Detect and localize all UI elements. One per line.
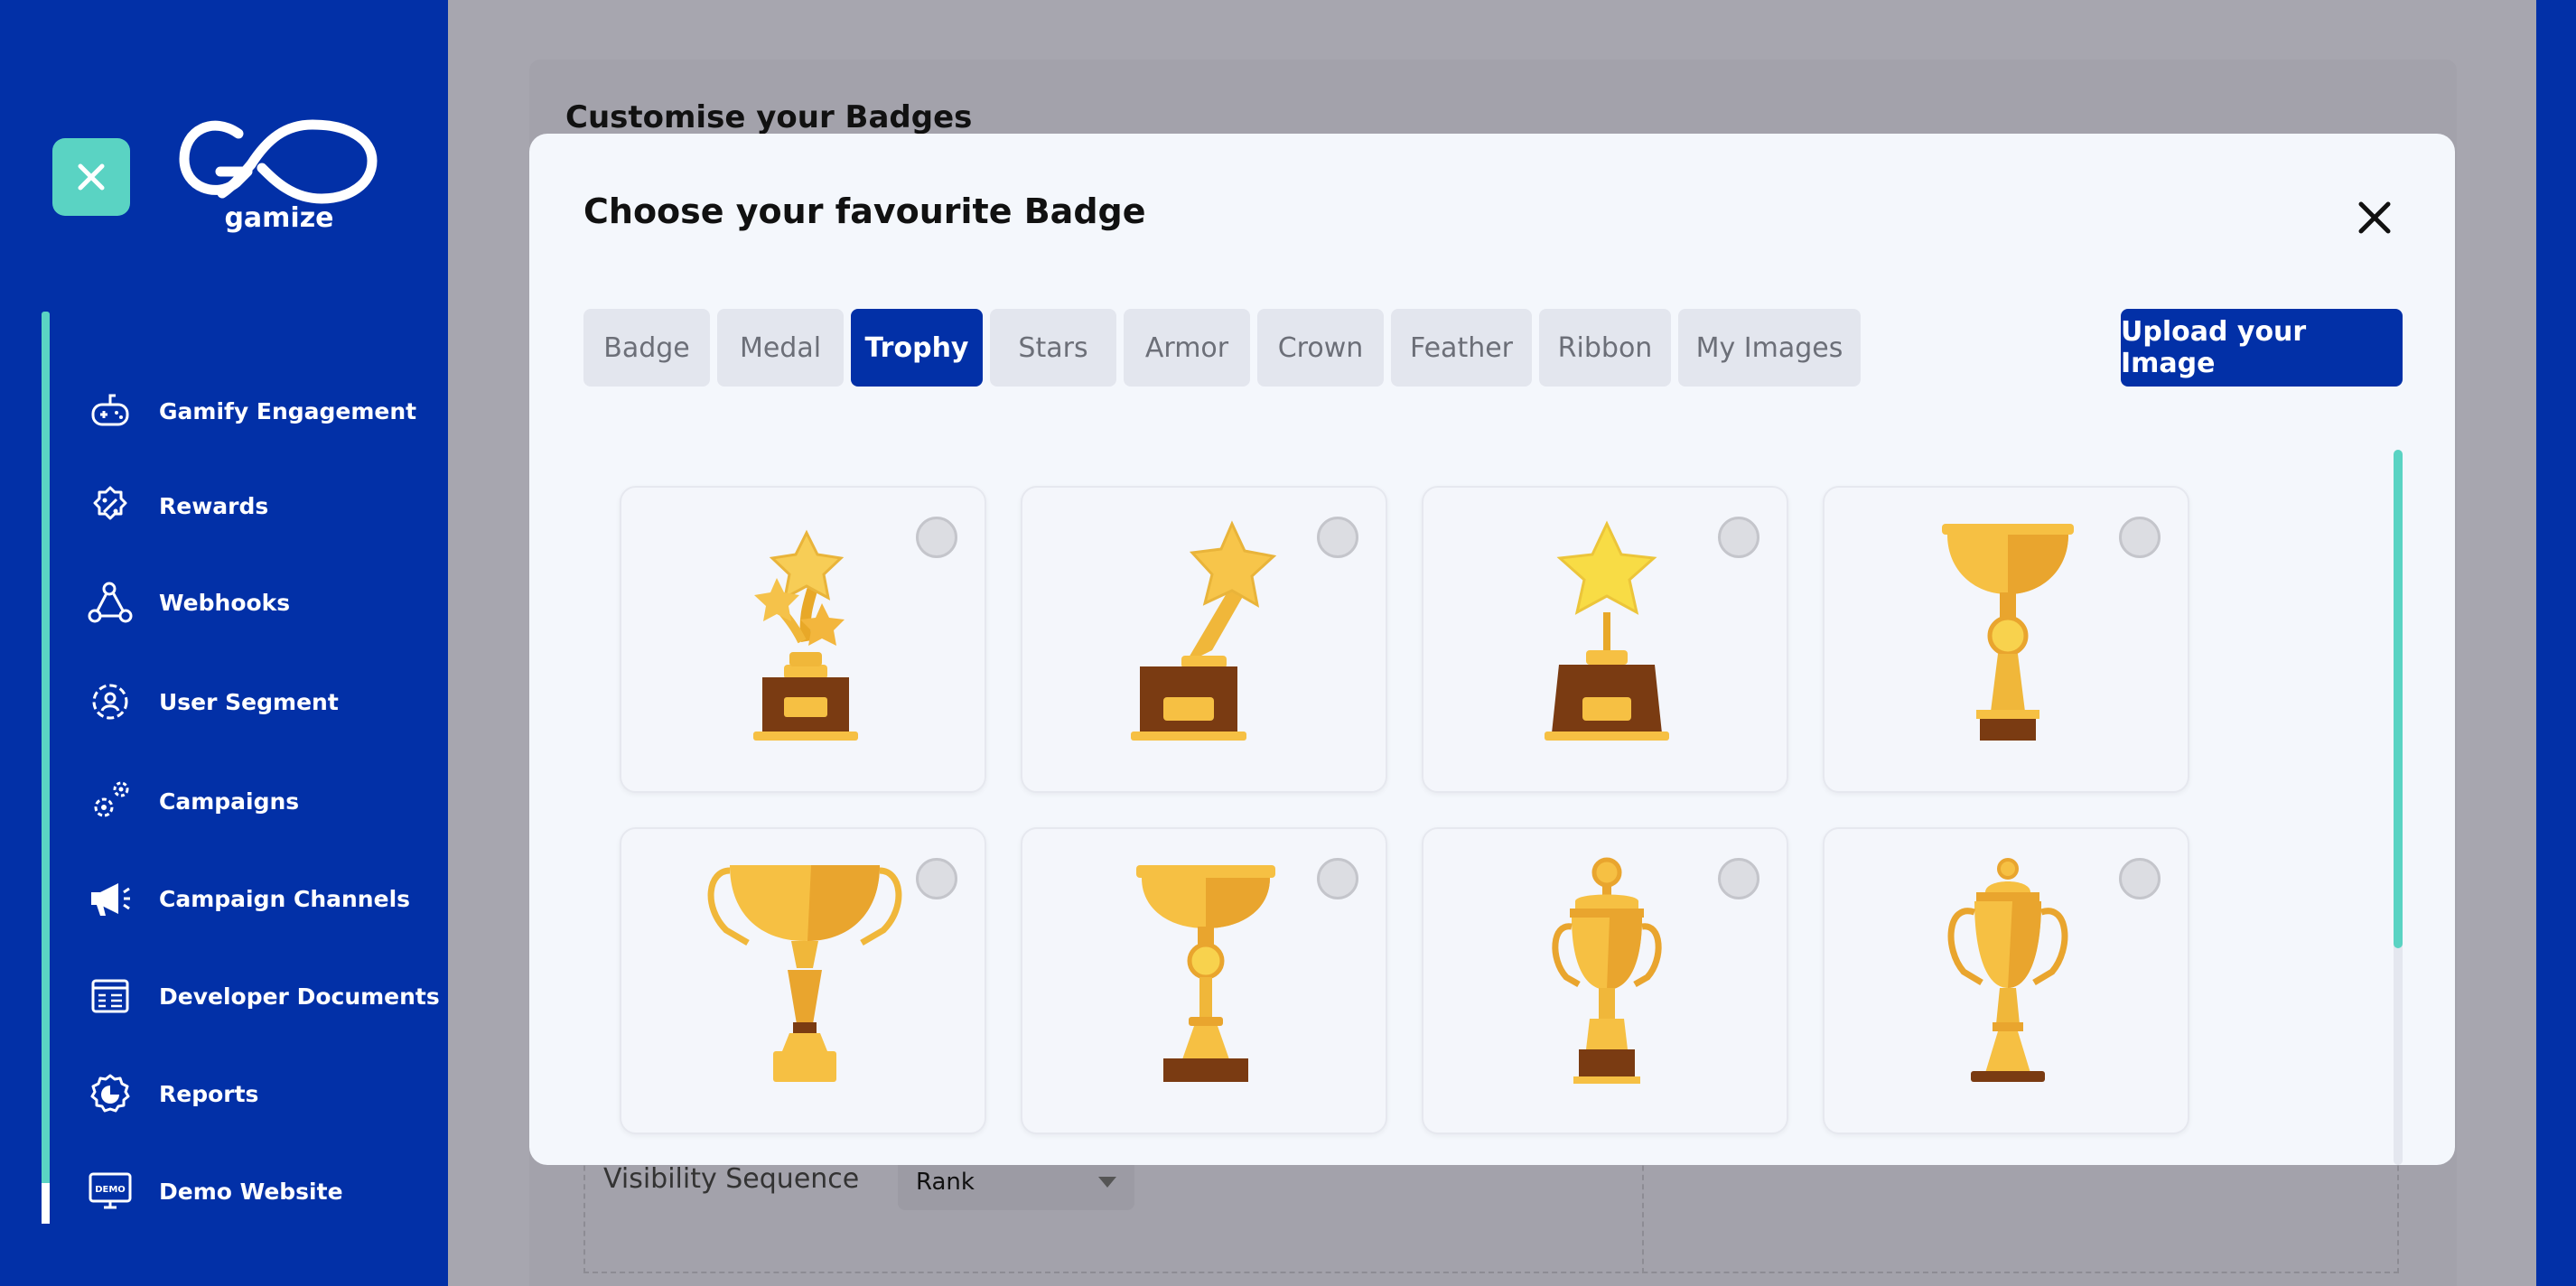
svg-text:DEMO: DEMO [95,1185,126,1195]
choose-badge-modal: Choose your favourite Badge Badge Medal … [529,134,2455,1165]
tab-badge[interactable]: Badge [583,309,710,387]
demo-monitor-icon: DEMO [87,1168,134,1215]
tab-ribbon[interactable]: Ribbon [1539,309,1671,387]
select-radio[interactable] [916,858,957,899]
upload-image-button[interactable]: Upload your Image [2121,309,2403,387]
megaphone-icon [87,875,134,922]
sidebar-accent-end [42,1183,50,1224]
select-radio[interactable] [2119,858,2161,899]
trophy-option-card[interactable] [1422,486,1788,793]
trophy-option-card[interactable] [1823,486,2189,793]
tab-stars[interactable]: Stars [990,309,1116,387]
trophy-option-card[interactable] [1823,827,2189,1134]
sidebar-item-label: User Segment [159,688,339,715]
tab-medal[interactable]: Medal [717,309,844,387]
gamepad-icon [87,387,134,434]
sidebar-item-webhooks[interactable]: Webhooks [87,571,290,634]
sidebar-item-campaign-channels[interactable]: Campaign Channels [87,867,410,930]
sidebar-item-label: Campaign Channels [159,885,411,912]
close-icon [78,163,105,191]
trophy-option-card[interactable] [1021,486,1387,793]
trophy-option-card[interactable] [620,827,986,1134]
modal-title: Choose your favourite Badge [583,191,1146,231]
modal-close-button[interactable] [2352,195,2397,240]
tab-crown[interactable]: Crown [1257,309,1384,387]
infinity-logo-icon [179,119,378,204]
select-radio[interactable] [1317,517,1358,558]
sidebar-item-user-segment[interactable]: User Segment [87,670,339,733]
sidebar-item-campaigns[interactable]: Campaigns [87,769,299,833]
dashed-divider [1642,1147,1644,1273]
sidebar-item-label: Webhooks [159,589,291,616]
sidebar-item-label: Developer Documents [159,983,440,1010]
sidebar-item-rewards[interactable]: Rewards [87,474,268,537]
sidebar-item-label: Gamify Engagement [159,397,417,424]
gamize-logo: gamize [177,112,381,238]
tab-armor[interactable]: Armor [1124,309,1250,387]
webhook-icon [87,579,134,626]
gears-icon [87,778,134,825]
tab-my-images[interactable]: My Images [1678,309,1861,387]
select-radio[interactable] [2119,517,2161,558]
sidebar-item-label: Demo Website [159,1178,343,1205]
sidebar: gamize Gamify Engagement Rewards Webhook… [0,0,448,1286]
logo-wordmark: gamize [224,202,334,234]
select-radio[interactable] [916,517,957,558]
select-radio[interactable] [1718,858,1759,899]
sidebar-item-label: Rewards [159,492,269,519]
chevron-down-icon [1098,1177,1116,1188]
select-radio[interactable] [1317,858,1358,899]
right-edge-bar [2536,0,2576,1286]
close-sidebar-button[interactable] [52,138,130,216]
sidebar-accent-bar [42,312,50,1224]
sidebar-item-label: Reports [159,1080,259,1107]
close-icon [2358,201,2391,234]
pie-chart-gear-icon [87,1070,134,1117]
scrollbar-thumb[interactable] [2394,450,2403,948]
page-title: Customise your Badges [565,99,973,135]
trophy-option-card[interactable] [1422,827,1788,1134]
sidebar-item-demo-website[interactable]: DEMO Demo Website [87,1160,343,1223]
trophy-option-card[interactable] [1021,827,1387,1134]
sidebar-item-label: Campaigns [159,787,300,815]
select-radio[interactable] [1718,517,1759,558]
tab-trophy[interactable]: Trophy [851,309,983,387]
visibility-sequence-value: Rank [916,1169,975,1196]
sidebar-item-reports[interactable]: Reports [87,1062,258,1125]
user-target-icon [87,678,134,725]
browser-code-icon [87,973,134,1020]
tab-feather[interactable]: Feather [1391,309,1532,387]
sidebar-item-developer-documents[interactable]: Developer Documents [87,964,440,1028]
sidebar-item-gamify-engagement[interactable]: Gamify Engagement [87,379,416,443]
trophy-option-card[interactable] [620,486,986,793]
visibility-sequence-label: Visibility Sequence [603,1163,860,1195]
percent-badge-icon [87,482,134,529]
